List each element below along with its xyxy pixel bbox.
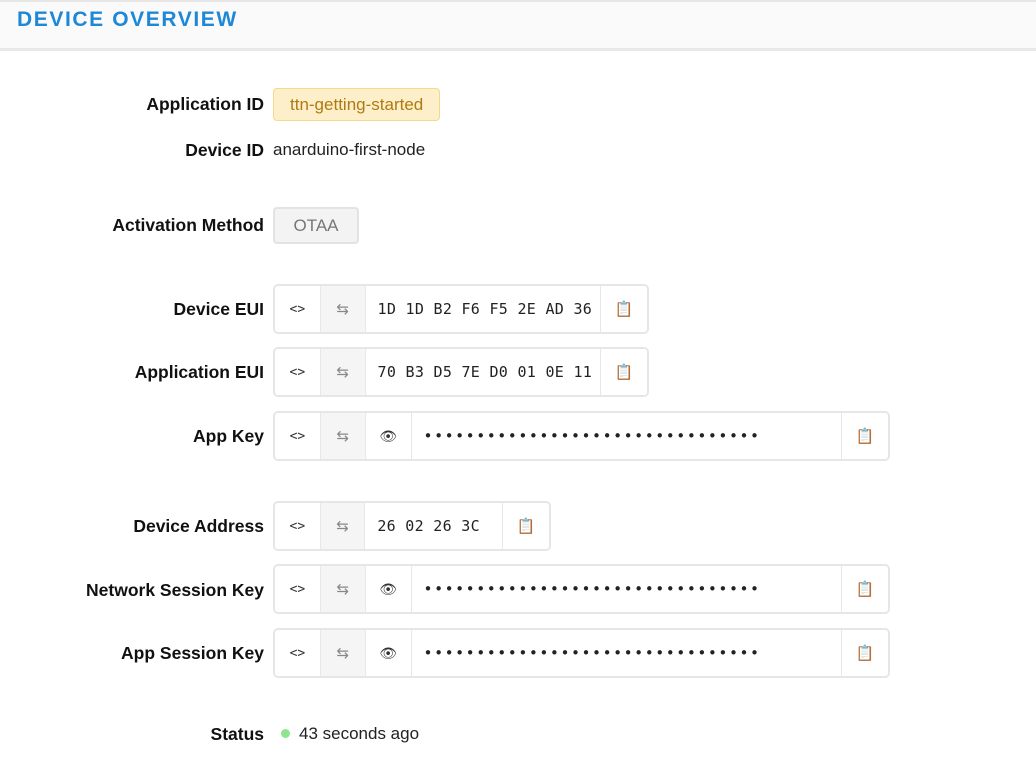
device-address-label: Device Address bbox=[133, 516, 264, 536]
application-id-badge[interactable]: ttn-getting-started bbox=[273, 88, 441, 121]
network-session-key-label: Network Session Key bbox=[86, 580, 264, 600]
copy-icon[interactable]: 📋 bbox=[601, 349, 647, 395]
device-id-value: anarduino-first-node bbox=[273, 140, 426, 159]
application-eui-field: <> ⇆ 70 B3 D5 7E D0 01 0E 11 📋 bbox=[273, 347, 649, 397]
code-toggle-icon[interactable]: <> bbox=[275, 413, 321, 459]
byte-order-swap-icon[interactable]: ⇆ bbox=[320, 630, 366, 676]
byte-order-swap-icon[interactable]: ⇆ bbox=[320, 503, 366, 549]
application-id-label: Application ID bbox=[146, 94, 264, 114]
application-eui-value: 70 B3 D5 7E D0 01 0E 11 bbox=[365, 349, 602, 395]
code-toggle-icon[interactable]: <> bbox=[275, 566, 321, 612]
app-session-key-label: App Session Key bbox=[121, 643, 264, 663]
code-toggle-icon[interactable]: <> bbox=[275, 286, 321, 332]
copy-icon[interactable]: 📋 bbox=[842, 413, 888, 459]
activation-method-badge: OTAA bbox=[273, 207, 359, 244]
application-eui-label: Application EUI bbox=[134, 362, 264, 382]
copy-icon[interactable]: 📋 bbox=[601, 286, 647, 332]
app-session-key-value: •••••••••••••••••••••••••••••••• bbox=[411, 630, 843, 676]
device-address-field: <> ⇆ 26 02 26 3C 📋 bbox=[273, 501, 551, 551]
show-key-eye-icon[interactable]: 👁 bbox=[365, 630, 412, 676]
status-indicator-dot bbox=[281, 729, 290, 738]
page-header: DEVICE OVERVIEW bbox=[0, 0, 1036, 51]
byte-order-swap-icon[interactable]: ⇆ bbox=[320, 286, 366, 332]
app-key-field: <> ⇆ 👁 •••••••••••••••••••••••••••••••• … bbox=[273, 411, 890, 461]
device-eui-label: Device EUI bbox=[173, 299, 264, 319]
byte-order-swap-icon[interactable]: ⇆ bbox=[320, 413, 366, 459]
byte-order-swap-icon[interactable]: ⇆ bbox=[320, 349, 366, 395]
copy-icon[interactable]: 📋 bbox=[842, 566, 888, 612]
code-toggle-icon[interactable]: <> bbox=[275, 503, 321, 549]
code-toggle-icon[interactable]: <> bbox=[275, 630, 321, 676]
app-session-key-field: <> ⇆ 👁 •••••••••••••••••••••••••••••••• … bbox=[273, 628, 890, 678]
status-value: 43 seconds ago bbox=[299, 724, 420, 743]
device-eui-field: <> ⇆ 1D 1D B2 F6 F5 2E AD 36 📋 bbox=[273, 284, 649, 334]
copy-icon[interactable]: 📋 bbox=[842, 630, 888, 676]
code-toggle-icon[interactable]: <> bbox=[275, 349, 321, 395]
copy-icon[interactable]: 📋 bbox=[503, 503, 549, 549]
app-key-value: •••••••••••••••••••••••••••••••• bbox=[411, 413, 843, 459]
byte-order-swap-icon[interactable]: ⇆ bbox=[320, 566, 366, 612]
page-title: DEVICE OVERVIEW bbox=[17, 8, 238, 31]
device-id-label: Device ID bbox=[185, 140, 264, 160]
device-eui-value: 1D 1D B2 F6 F5 2E AD 36 bbox=[365, 286, 602, 332]
status-label: Status bbox=[210, 724, 264, 744]
show-key-eye-icon[interactable]: 👁 bbox=[365, 413, 412, 459]
device-address-value: 26 02 26 3C bbox=[365, 503, 504, 549]
network-session-key-field: <> ⇆ 👁 •••••••••••••••••••••••••••••••• … bbox=[273, 564, 890, 614]
activation-method-label: Activation Method bbox=[112, 215, 264, 235]
show-key-eye-icon[interactable]: 👁 bbox=[365, 566, 412, 612]
app-key-label: App Key bbox=[193, 426, 264, 446]
network-session-key-value: •••••••••••••••••••••••••••••••• bbox=[411, 566, 843, 612]
